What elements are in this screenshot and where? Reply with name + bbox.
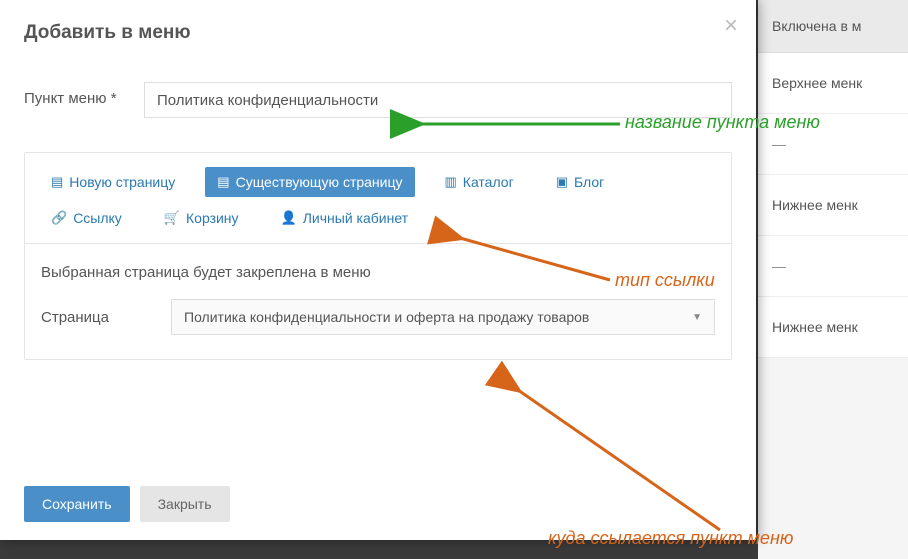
section-description: Выбранная страница будет закреплена в ме… [41, 264, 715, 281]
tab-existing-page[interactable]: ▤ Существующую страницу [205, 167, 414, 197]
tab-link[interactable]: 🔗 Ссылку [39, 203, 134, 233]
bg-row: Нижнее менк [758, 297, 908, 358]
tab-label: Существующую страницу [236, 174, 403, 190]
link-icon: 🔗 [51, 210, 67, 226]
page-select-label: Страница [41, 309, 171, 326]
add-menu-modal: × Добавить в меню Пункт меню * ▤ Новую с… [0, 0, 756, 540]
tab-account[interactable]: 👤 Личный кабинет [269, 203, 421, 233]
tab-catalog[interactable]: ▥ Каталог [433, 167, 526, 197]
section-body: Выбранная страница будет закреплена в ме… [25, 244, 731, 359]
tab-label: Блог [574, 174, 604, 190]
menu-name-label: Пункт меню * [24, 82, 144, 109]
tab-label: Новую страницу [69, 174, 175, 190]
tab-cart[interactable]: 🛒 Корзину [152, 203, 251, 233]
page-icon: ▤ [51, 174, 63, 190]
save-button[interactable]: Сохранить [24, 486, 130, 522]
modal-footer: Сохранить Закрыть [24, 486, 230, 522]
bg-row: — [758, 236, 908, 297]
tab-label: Ссылку [73, 210, 122, 226]
user-icon: 👤 [281, 210, 297, 226]
tab-new-page[interactable]: ▤ Новую страницу [39, 167, 187, 197]
link-type-tabs: ▤ Новую страницу ▤ Существующую страницу… [25, 153, 731, 244]
page-select-value: Политика конфиденциальности и оферта на … [184, 309, 589, 325]
chevron-down-icon: ▼ [692, 312, 702, 323]
books-icon: ▥ [445, 174, 457, 190]
cancel-button[interactable]: Закрыть [140, 486, 230, 522]
link-type-section: ▤ Новую страницу ▤ Существующую страницу… [24, 152, 732, 360]
page-icon: ▤ [217, 174, 229, 190]
tab-label: Личный кабинет [303, 210, 408, 226]
chat-icon: ▣ [556, 174, 568, 190]
bg-col-header: Включена в м [758, 0, 908, 53]
tab-label: Каталог [463, 174, 514, 190]
background-panel: Включена в м Верхнее менк — Нижнее менк … [758, 0, 908, 559]
bg-row: — [758, 114, 908, 175]
close-icon[interactable]: × [724, 14, 738, 38]
menu-name-input[interactable] [144, 82, 732, 118]
tab-label: Корзину [186, 210, 239, 226]
bg-row: Верхнее менк [758, 53, 908, 114]
modal-title: Добавить в меню [24, 22, 732, 44]
cart-icon: 🛒 [164, 210, 180, 226]
page-select-row: Страница Политика конфиденциальности и о… [41, 299, 715, 335]
page-select[interactable]: Политика конфиденциальности и оферта на … [171, 299, 715, 335]
bg-row: Нижнее менк [758, 175, 908, 236]
tab-blog[interactable]: ▣ Блог [544, 167, 617, 197]
menu-name-row: Пункт меню * [24, 82, 732, 118]
